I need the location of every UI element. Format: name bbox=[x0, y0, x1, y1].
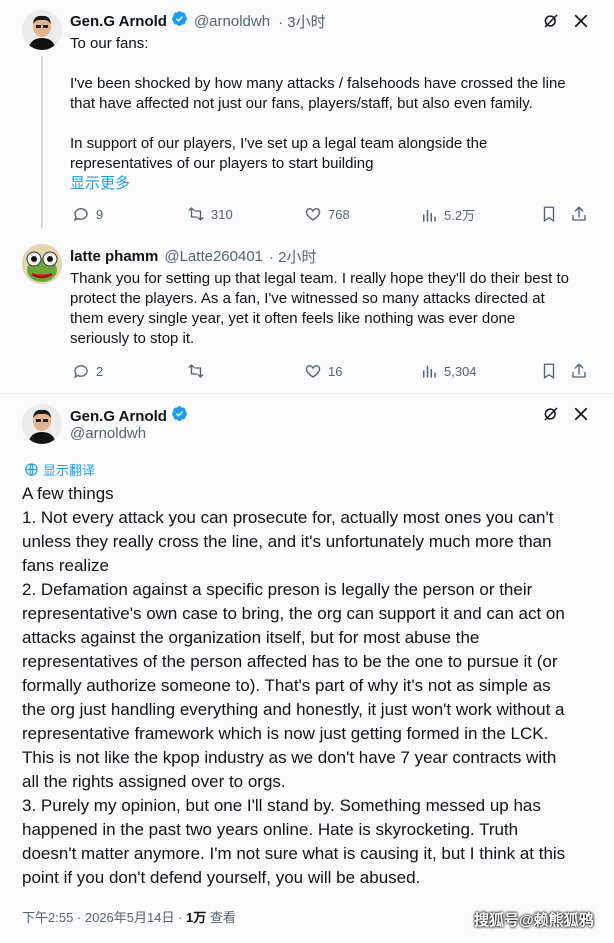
footer-time[interactable]: 下午2:55 · 2026年5月14日 · bbox=[22, 910, 186, 925]
bookmark-icon[interactable] bbox=[540, 362, 558, 385]
tweet-time[interactable]: · 2小时 bbox=[269, 246, 317, 267]
avatar[interactable] bbox=[22, 404, 62, 444]
like-count: 768 bbox=[328, 206, 350, 222]
views-count: 5.2万 bbox=[444, 208, 476, 223]
reply-count: 2 bbox=[96, 363, 104, 379]
divider bbox=[0, 393, 614, 394]
tweet-body: A few things 1. Not every attack you can… bbox=[22, 484, 566, 887]
avatar[interactable] bbox=[22, 10, 62, 50]
show-more-link[interactable]: 显示更多 bbox=[70, 172, 130, 193]
verified-badge-icon bbox=[171, 405, 188, 427]
translate-link[interactable]: 显示翻译 bbox=[24, 460, 95, 479]
avatar[interactable] bbox=[22, 244, 62, 284]
watermark: 搜狐号@赖熊狐鸦 bbox=[474, 912, 594, 929]
tweet-body: To our fans: I've been shocked by how ma… bbox=[70, 35, 566, 172]
author-name[interactable]: latte phamm bbox=[70, 248, 158, 265]
tweet-footer: 下午2:55 · 2026年5月14日 · 1万 查看 bbox=[22, 907, 236, 926]
reply-count: 9 bbox=[96, 206, 104, 222]
views-button[interactable]: 5,304 bbox=[420, 362, 477, 380]
author-name[interactable]: Gen.G Arnold bbox=[70, 408, 167, 425]
translate-label: 显示翻译 bbox=[43, 463, 96, 478]
reply-button[interactable]: 2 bbox=[72, 362, 103, 380]
tweet-body: Thank you for setting up that legal team… bbox=[70, 270, 569, 347]
globe-icon bbox=[25, 463, 38, 476]
retweet-count: 310 bbox=[211, 206, 233, 222]
author-handle[interactable]: @Latte260401 bbox=[164, 248, 263, 265]
more-icon[interactable] bbox=[572, 405, 590, 428]
retweet-button[interactable] bbox=[187, 362, 211, 380]
grok-icon[interactable] bbox=[542, 405, 560, 428]
verified-badge-icon bbox=[171, 10, 188, 32]
like-button[interactable]: 768 bbox=[304, 205, 350, 223]
bookmark-icon[interactable] bbox=[540, 205, 558, 228]
footer-views: 1万 bbox=[186, 910, 207, 925]
author-name[interactable]: Gen.G Arnold bbox=[70, 13, 167, 30]
tweet2-header: latte phamm @Latte260401 · 2小时 bbox=[70, 246, 317, 267]
like-button[interactable]: 16 bbox=[304, 362, 342, 380]
tweet1-header: Gen.G Arnold @arnoldwh · 3小时 bbox=[70, 10, 326, 32]
thread-line bbox=[41, 56, 43, 228]
author-handle[interactable]: @arnoldwh bbox=[194, 13, 270, 30]
grok-icon[interactable] bbox=[542, 12, 560, 35]
views-button[interactable]: 5.2万 bbox=[420, 205, 475, 224]
retweet-button[interactable]: 310 bbox=[187, 205, 233, 223]
author-handle[interactable]: @arnoldwh bbox=[70, 425, 146, 442]
more-icon[interactable] bbox=[572, 12, 590, 35]
views-count: 5,304 bbox=[444, 363, 477, 379]
footer-views-label: 查看 bbox=[206, 910, 236, 925]
tweet3-name-row: Gen.G Arnold bbox=[70, 405, 188, 427]
share-icon[interactable] bbox=[570, 362, 588, 385]
like-count: 16 bbox=[328, 363, 343, 379]
reply-button[interactable]: 9 bbox=[72, 205, 103, 223]
share-icon[interactable] bbox=[570, 205, 588, 228]
tweet-time[interactable]: · 3小时 bbox=[278, 11, 326, 32]
